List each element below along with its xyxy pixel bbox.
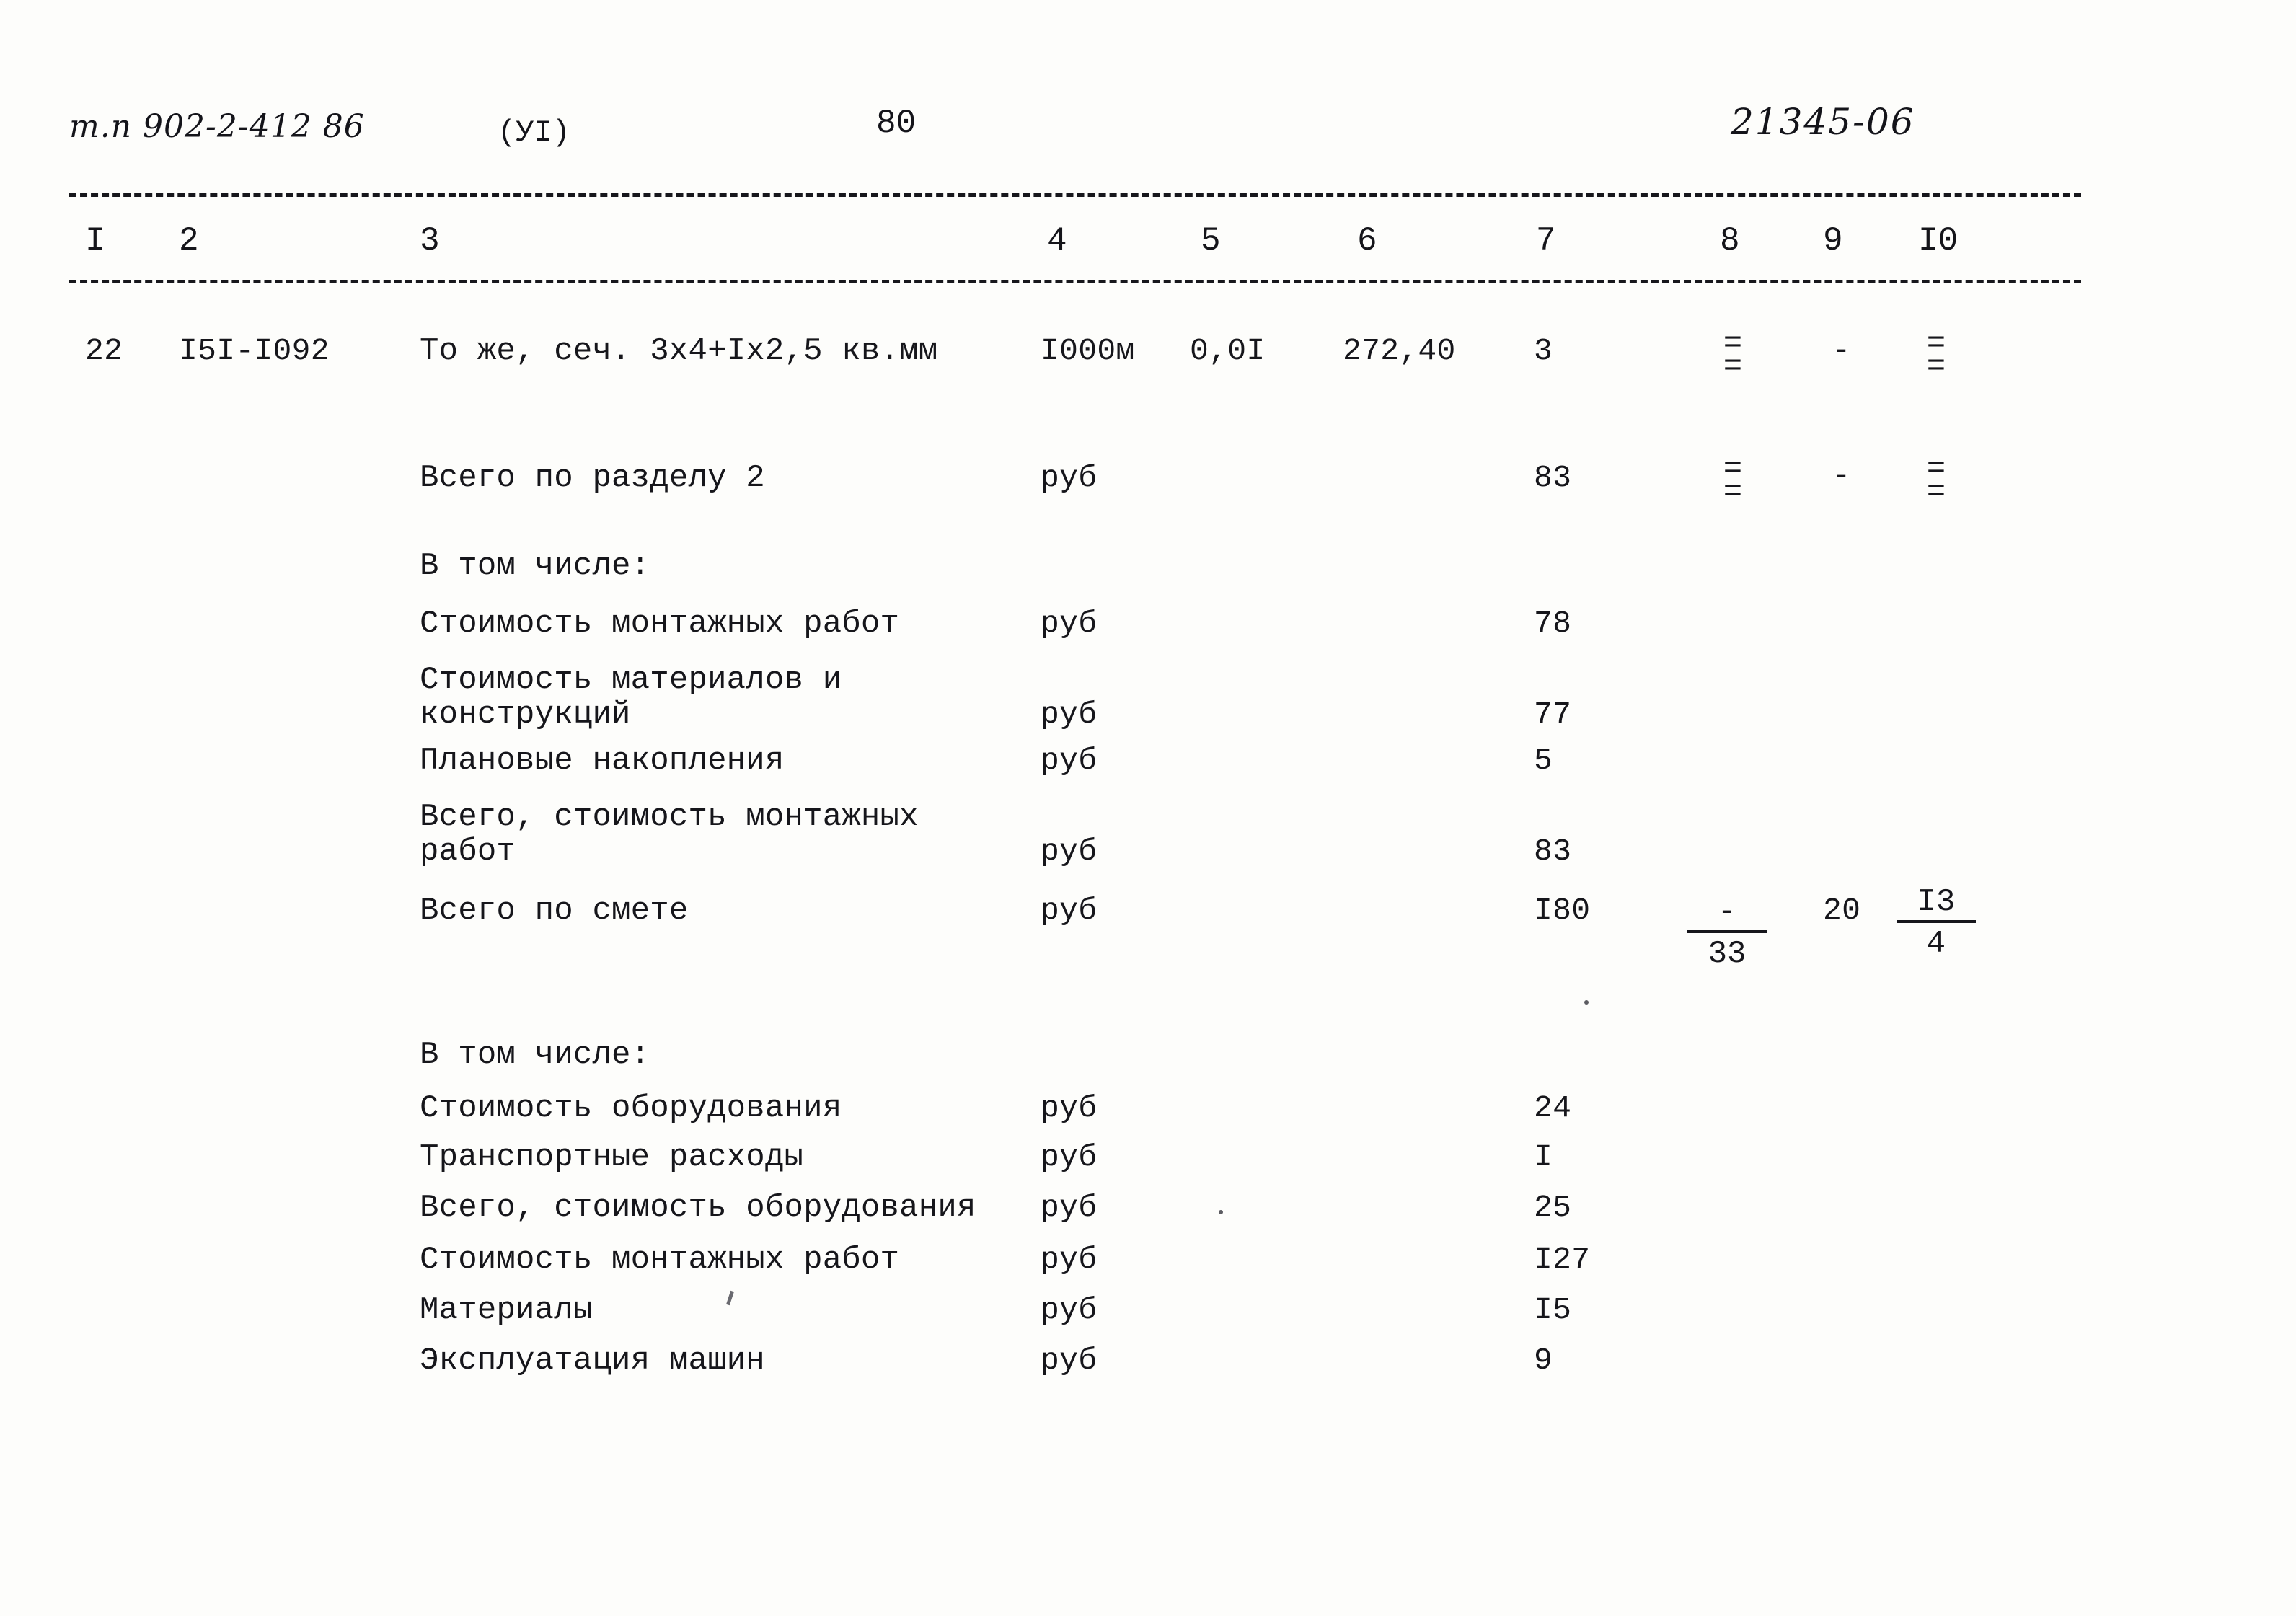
row-col8-dash-group: = = bbox=[1700, 328, 1765, 385]
document-code: т.п 902-2-412 86 bbox=[69, 108, 365, 145]
row-unit: руб bbox=[1041, 1139, 1098, 1175]
row-col8-denominator: 33 bbox=[1708, 936, 1747, 973]
row-total: 9 bbox=[1534, 1343, 1553, 1378]
column-number-5: 5 bbox=[1201, 222, 1221, 260]
row-col8-dash-lower: = bbox=[1723, 474, 1743, 511]
column-number-10: I0 bbox=[1918, 222, 1959, 260]
row-description: Материалы bbox=[420, 1292, 593, 1328]
column-number-7: 7 bbox=[1536, 222, 1556, 260]
row-col8-fraction: - 33 bbox=[1687, 896, 1767, 971]
row-total: 83 bbox=[1534, 460, 1572, 495]
page-number: 80 bbox=[876, 105, 917, 142]
row-col9-dash: - bbox=[1832, 459, 1851, 495]
row-index: 22 bbox=[85, 333, 123, 368]
table-header-divider bbox=[69, 280, 2081, 283]
row-unit: руб bbox=[1041, 743, 1098, 778]
row-subheading: В том числе: bbox=[420, 548, 650, 584]
row-total: 5 bbox=[1534, 743, 1553, 778]
row-description: Плановые накопления bbox=[420, 743, 785, 779]
row-total: 3 bbox=[1534, 333, 1553, 368]
row-total: 24 bbox=[1534, 1090, 1572, 1126]
row-unit-price: 272,40 bbox=[1343, 333, 1456, 368]
row-description-line1: Стоимость материалов и bbox=[420, 662, 842, 698]
row-col8-dash-lower: = bbox=[1723, 348, 1743, 385]
row-col8-dash-group: = = bbox=[1700, 454, 1765, 511]
column-number-2: 2 bbox=[179, 222, 199, 260]
row-col9-value: 20 bbox=[1823, 893, 1861, 928]
row-unit: I000м bbox=[1041, 333, 1135, 368]
row-col9-dash: - bbox=[1832, 333, 1851, 369]
row-unit: руб bbox=[1041, 1343, 1098, 1378]
row-col10-dash-group: = = bbox=[1904, 454, 1969, 511]
row-description: Всего по смете bbox=[420, 893, 689, 929]
row-item-code: I5I-I092 bbox=[179, 333, 330, 368]
row-description: Всего, стоимость оборудования bbox=[420, 1190, 976, 1226]
paper-speck bbox=[1584, 1000, 1589, 1005]
row-quantity: 0,0I bbox=[1190, 333, 1266, 368]
row-unit: руб bbox=[1041, 1292, 1098, 1328]
row-col10-denominator: 4 bbox=[1926, 926, 1946, 963]
row-description: Эксплуатация машин bbox=[420, 1343, 765, 1379]
table-top-divider bbox=[69, 193, 2081, 197]
column-number-6: 6 bbox=[1357, 222, 1377, 260]
archive-code: 21345-06 bbox=[1731, 101, 1915, 143]
row-description-line1: Всего, стоимость монтажных bbox=[420, 799, 919, 835]
column-number-9: 9 bbox=[1823, 222, 1843, 260]
row-unit: руб bbox=[1041, 697, 1098, 732]
row-unit: руб bbox=[1041, 1242, 1098, 1277]
document-page: т.п 902-2-412 86 (УI) 80 21345-06 I 2 3 … bbox=[0, 0, 2296, 1616]
row-description: Транспортные расходы bbox=[420, 1139, 804, 1175]
row-total: I5 bbox=[1534, 1292, 1572, 1328]
column-number-3: 3 bbox=[420, 222, 440, 260]
row-total: I bbox=[1534, 1139, 1553, 1175]
row-total: I80 bbox=[1534, 893, 1591, 928]
row-description: Стоимость монтажных работ bbox=[420, 606, 900, 642]
column-number-4: 4 bbox=[1047, 222, 1067, 260]
row-total: 78 bbox=[1534, 606, 1572, 641]
row-description: То же, сеч. 3х4+Iх2,5 кв.мм bbox=[420, 333, 938, 369]
row-unit: руб bbox=[1041, 460, 1098, 495]
row-col10-dash-lower: = bbox=[1926, 474, 1946, 511]
section-roman-numeral: (УI) bbox=[498, 115, 570, 150]
row-description: Стоимость монтажных работ bbox=[420, 1242, 900, 1278]
row-unit: руб bbox=[1041, 1090, 1098, 1126]
row-col10-dash-group: = = bbox=[1904, 328, 1969, 385]
row-unit: руб bbox=[1041, 834, 1098, 869]
row-description-line2: конструкций bbox=[420, 697, 631, 733]
row-total: I27 bbox=[1534, 1242, 1591, 1277]
row-unit: руб bbox=[1041, 893, 1098, 928]
row-total: 77 bbox=[1534, 697, 1572, 732]
row-col8-numerator: - bbox=[1687, 896, 1767, 934]
column-number-1: I bbox=[85, 222, 105, 260]
row-description: Всего по разделу 2 bbox=[420, 460, 765, 496]
row-description-line2: работ bbox=[420, 834, 516, 870]
pen-mark bbox=[726, 1290, 734, 1306]
row-total: 83 bbox=[1534, 834, 1572, 869]
row-description: Стоимость оборудования bbox=[420, 1090, 842, 1126]
row-unit: руб bbox=[1041, 606, 1098, 641]
row-total: 25 bbox=[1534, 1190, 1572, 1225]
paper-speck bbox=[1219, 1210, 1223, 1214]
column-number-8: 8 bbox=[1720, 222, 1740, 260]
row-col10-fraction: I3 4 bbox=[1897, 886, 1976, 961]
row-col10-dash-lower: = bbox=[1926, 348, 1946, 385]
row-unit: руб bbox=[1041, 1190, 1098, 1225]
row-subheading: В том числе: bbox=[420, 1037, 650, 1073]
row-col10-numerator: I3 bbox=[1897, 886, 1976, 924]
